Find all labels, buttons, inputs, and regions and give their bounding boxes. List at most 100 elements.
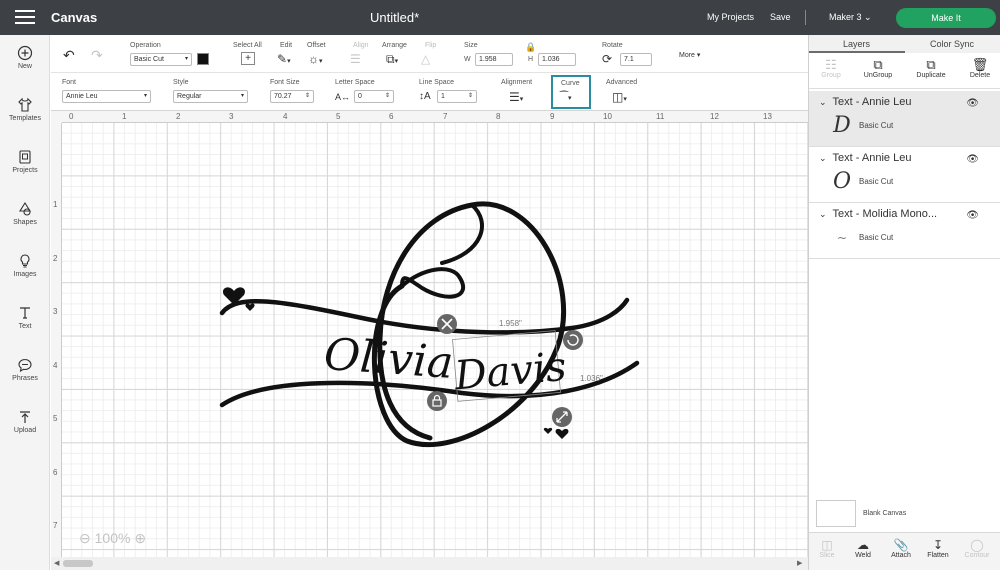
flip-icon[interactable]: △ [421,53,430,65]
ruler-tick: 6 [389,112,394,121]
duplicate-button[interactable]: ⧉ Duplicate [911,57,951,80]
delete-button[interactable]: 🗑 Delete [960,58,1000,80]
stepper-icon: ⇕ [467,93,473,99]
stepper-icon: ⇕ [384,93,390,99]
ruler-tick: 0 [69,112,74,121]
sidebar-item-shapes[interactable]: Shapes [0,201,50,226]
ruler-tick: 12 [710,112,719,121]
contour-button[interactable]: ◯ Contour [959,538,995,559]
sidebar-item-label: Images [13,271,37,278]
rotate-input[interactable]: 7.1 [620,53,652,66]
sidebar-item-phrases[interactable]: Phrases [0,357,50,382]
zoom-out-icon[interactable]: ⊖ [79,530,91,546]
save-link[interactable]: Save [770,12,791,22]
curve-label: Curve [561,80,580,87]
style-select[interactable]: Regular ▾ [173,90,248,103]
hamburger-menu-icon[interactable] [15,10,35,26]
sidebar-item-templates[interactable]: Templates [0,97,50,122]
font-size-input[interactable]: 70.27 ⇕ [270,90,314,103]
sidebar-item-images[interactable]: Images [0,253,50,278]
layer-group[interactable]: ⌄ Text - Annie Leu 👁 O Basic Cut [809,147,1000,203]
slice-button[interactable]: ◫ Slice [809,538,845,559]
zoom-level: 100% [94,530,131,546]
stepper-icon: ⇕ [304,93,310,99]
width-readout: 1.958" [499,319,522,328]
tab-color-sync[interactable]: Color Sync [930,39,974,49]
tab-layers[interactable]: Layers [843,39,870,49]
design-canvas[interactable]: Olivia Davis 1.958" 1.036" [62,123,808,557]
layer-group-name: Text - Annie Leu [832,96,912,108]
ungroup-button[interactable]: ⧉ UnGroup [858,58,898,80]
chevron-down-icon[interactable]: ⌄ [819,153,827,163]
chevron-down-icon[interactable]: ⌄ [819,209,827,219]
duplicate-icon: ⧉ [926,57,936,72]
font-select[interactable]: Annie Leu ▾ [62,90,151,103]
eye-icon[interactable]: 👁 [966,210,979,221]
lock-handle[interactable] [427,391,447,411]
undo-icon[interactable]: ↶ [63,48,75,62]
flatten-button[interactable]: ↧ Flatten [920,538,956,559]
height-label: H [528,56,534,63]
zoom-control[interactable]: ⊖ 100% ⊕ [79,530,146,547]
alignment-icon[interactable]: ☰▾ [509,91,523,106]
group-button[interactable]: ☷ Group [811,58,851,80]
redo-icon[interactable]: ↷ [91,48,103,62]
curve-icon: ⁀▾ [560,92,572,103]
color-swatch[interactable] [197,53,209,65]
pencil-icon[interactable]: ✎▾ [277,53,291,68]
rotate-handle[interactable] [563,330,583,350]
attach-label: Attach [891,552,911,559]
more-button[interactable]: More ▾ [679,51,700,59]
line-space-input[interactable]: 1 ⇕ [437,90,477,103]
letter-space-label: Letter Space [335,79,375,86]
arrange-icon[interactable]: ⧉▾ [386,53,398,68]
scrollbar-thumb[interactable] [63,560,93,567]
my-projects-link[interactable]: My Projects [707,12,754,22]
sidebar-item-projects[interactable]: Projects [0,149,50,174]
zoom-in-icon[interactable]: ⊕ [134,530,146,546]
sidebar-item-text[interactable]: Text [0,305,50,330]
ungroup-label: UnGroup [863,72,893,79]
sidebar-item-label: New [17,63,32,70]
layer-group[interactable]: ⌄ Text - Molidia Mono... 👁 ~ Basic Cut [809,203,1000,259]
operation-select[interactable]: Basic Cut ▾ [130,53,192,66]
machine-selector[interactable]: Maker 3 ⌄ [829,12,872,23]
heart-shape [245,303,255,311]
delete-handle[interactable] [437,314,457,334]
height-input[interactable]: 1.036 [538,53,576,66]
style-label: Style [173,79,189,86]
width-input[interactable]: 1.958 [475,53,513,66]
eye-icon[interactable]: 👁 [966,98,979,109]
document-title[interactable]: Untitled* [370,10,419,25]
blank-canvas-swatch[interactable] [816,500,856,527]
scroll-right-icon[interactable]: ▶ [797,559,802,567]
line-space-icon: ↕A [419,91,431,102]
monogram-design[interactable]: Olivia Davis 1.958" 1.036" [62,123,808,557]
rotate-icon[interactable]: ⟳ [602,53,612,65]
lock-icon[interactable]: 🔒 [525,41,536,53]
align-icon[interactable]: ☰ [350,53,361,65]
sidebar-item-upload[interactable]: Upload [0,409,50,434]
attach-button[interactable]: 📎 Attach [883,538,919,559]
chevron-down-icon[interactable]: ⌄ [819,97,827,107]
letter-space-input[interactable]: 0 ⇕ [354,90,394,103]
layer-group[interactable]: ⌄ Text - Annie Leu 👁 D Basic Cut [809,91,1000,147]
make-it-button[interactable]: Make It [896,8,996,28]
sidebar-item-label: Templates [9,115,41,122]
weld-button[interactable]: ☁ Weld [845,538,881,559]
ruler-tick: 1 [53,200,58,209]
sidebar-item-new[interactable]: New [0,45,50,70]
eye-icon[interactable]: 👁 [966,154,979,165]
advanced-icon[interactable]: ◫▾ [612,91,627,106]
curve-highlight[interactable]: Curve ⁀▾ [551,75,591,109]
resize-handle[interactable] [552,407,572,427]
offset-icon[interactable]: ☼▾ [308,53,323,68]
select-all-button[interactable]: + [241,52,255,65]
size-label: Size [464,42,478,49]
horizontal-scrollbar[interactable]: ◀ ▶ [51,557,808,570]
paperclip-icon: 📎 [893,538,909,552]
font-size-value: 70.27 [274,93,292,100]
delete-label: Delete [969,72,991,79]
scroll-left-icon[interactable]: ◀ [54,559,59,567]
rotate-label: Rotate [602,42,623,49]
